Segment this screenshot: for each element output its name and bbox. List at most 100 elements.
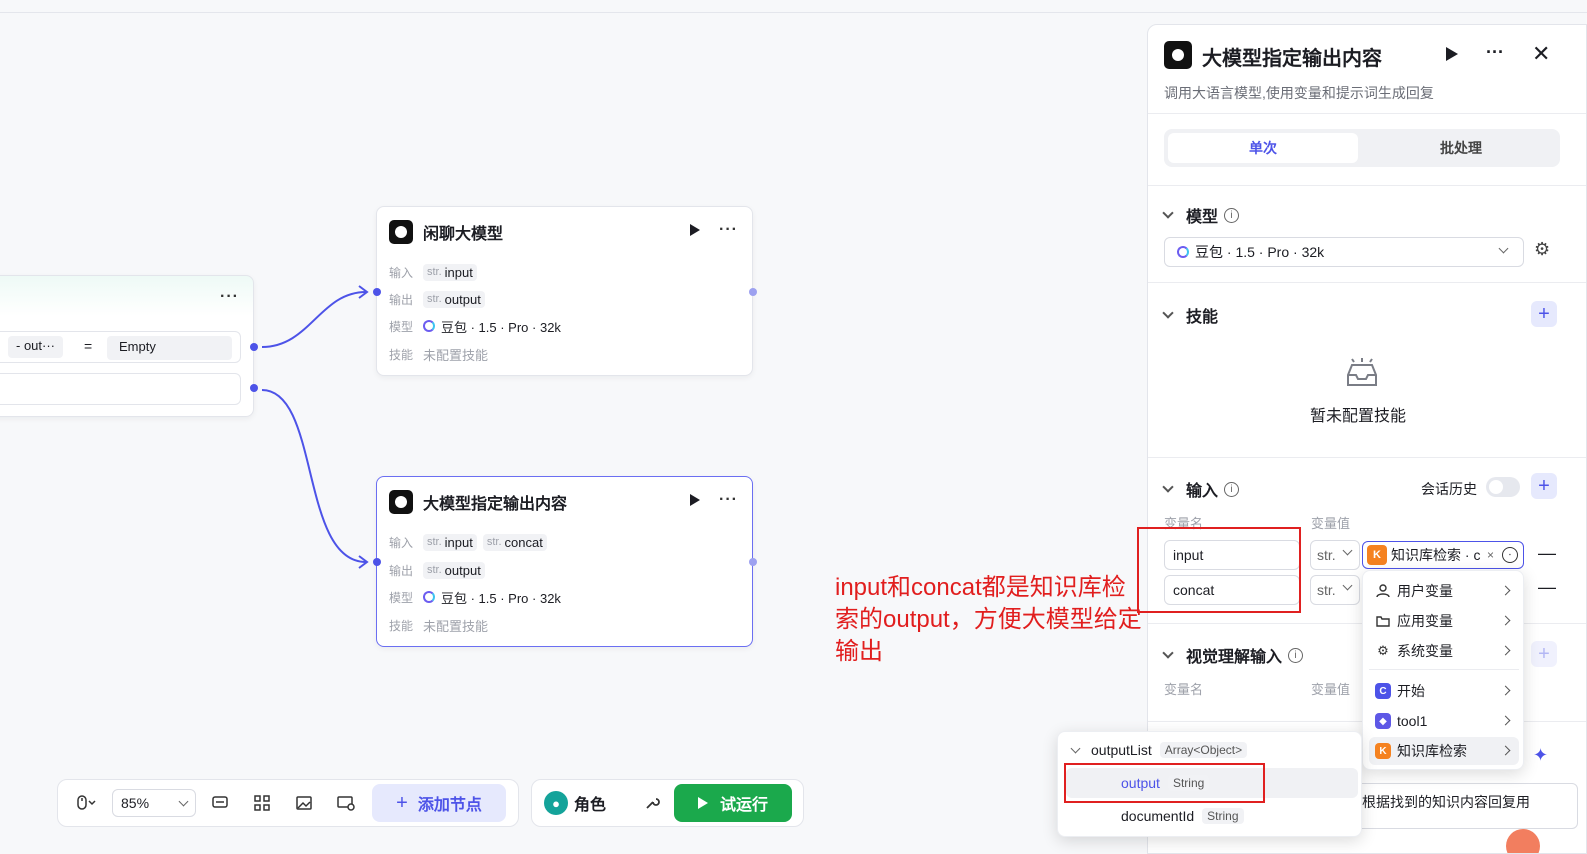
menu-item-system-vars[interactable]: ⚙ 系统变量	[1369, 637, 1519, 665]
tool-node-icon: ◆	[1375, 713, 1391, 729]
assistant-avatar[interactable]	[1506, 829, 1540, 853]
edge-to-chat	[261, 291, 367, 348]
model-value: 豆包 · 1.5 · Pro · 32k	[1195, 244, 1325, 260]
mouse-mode-button[interactable]	[66, 787, 106, 819]
history-label: 会话历史	[1421, 481, 1477, 497]
empty-box-icon	[1347, 358, 1377, 386]
condition-row-2[interactable]	[0, 373, 241, 405]
variable-menu: 用户变量 应用变量 ⚙ 系统变量 C 开始 ◆ tool1 K 知识库检索	[1362, 570, 1524, 770]
debug-button[interactable]	[636, 787, 668, 819]
tab-single[interactable]: 单次	[1168, 133, 1358, 163]
condition-port-else[interactable]	[250, 384, 258, 392]
more-icon[interactable]: ···	[719, 491, 738, 509]
variable-picker-icon[interactable]: ⋅	[1502, 547, 1519, 563]
type-badge: Array<Object>	[1159, 742, 1248, 758]
test-run-label: 试运行	[720, 797, 769, 814]
chevron-right-icon	[1500, 685, 1511, 696]
layout-button[interactable]	[246, 787, 278, 819]
llm-logo-icon	[389, 490, 413, 514]
model-select[interactable]: 豆包 · 1.5 · Pro · 32k	[1164, 237, 1524, 267]
condition-left: - out···	[8, 336, 63, 358]
history-toggle[interactable]	[1486, 477, 1520, 497]
tab-batch[interactable]: 批处理	[1366, 133, 1556, 163]
play-icon[interactable]	[690, 224, 700, 236]
skills-empty-text: 暂未配置技能	[1310, 408, 1407, 425]
condition-port-if[interactable]	[250, 343, 258, 351]
condition-node[interactable]: ··· - out··· = Empty	[0, 275, 254, 417]
vision-section-header[interactable]: 视觉理解输入 i	[1162, 643, 1304, 667]
test-run-button[interactable]: 试运行	[674, 784, 793, 822]
llm-input-port[interactable]	[373, 558, 381, 566]
remove-input-icon[interactable]: —	[1538, 577, 1556, 598]
field-documentid[interactable]: documentId String	[1066, 802, 1358, 830]
chevron-down-icon	[1342, 545, 1353, 556]
more-icon[interactable]: ···	[719, 221, 738, 239]
input-label: 输入	[389, 265, 414, 280]
screen-button[interactable]	[330, 787, 362, 819]
divider	[1148, 113, 1586, 114]
play-icon[interactable]	[690, 494, 700, 506]
input-section-header[interactable]: 输入 i	[1162, 477, 1240, 501]
more-icon[interactable]: ···	[220, 288, 239, 306]
skill-value: 未配置技能	[423, 618, 489, 634]
clear-icon[interactable]: ×	[1487, 548, 1494, 562]
chevron-down-icon	[1070, 743, 1081, 753]
input-ref-field[interactable]: K 知识库检索 · c × ⋅	[1362, 541, 1524, 569]
col-var-name: 变量名	[1164, 682, 1204, 697]
minimap-button[interactable]	[288, 787, 320, 819]
gear-icon[interactable]: ⚙	[1534, 239, 1550, 260]
output-label: 输出	[389, 292, 414, 307]
output-list-group[interactable]: outputList Array<Object>	[1070, 742, 1248, 758]
output-label: 输出	[389, 563, 414, 578]
llm-output-node[interactable]: 大模型指定输出内容 ··· 输入 str. input str. concat 输出…	[376, 476, 753, 647]
knowledge-node-icon: K	[1375, 743, 1391, 759]
llm-logo-icon	[1164, 41, 1192, 69]
remove-input-icon[interactable]: —	[1538, 543, 1556, 564]
chevron-down-icon	[1162, 647, 1174, 659]
divider	[1148, 457, 1586, 458]
chevron-down-icon	[1162, 307, 1174, 319]
mode-tabs: 单次 批处理	[1164, 129, 1560, 167]
input-tag: str. concat	[482, 533, 547, 551]
sparkle-icon[interactable]: ✦	[1533, 745, 1548, 766]
skills-section-header[interactable]: 技能	[1162, 303, 1218, 327]
zoom-select[interactable]: 85%	[112, 789, 196, 817]
doubao-icon	[1177, 246, 1189, 258]
menu-item-user-vars[interactable]: 用户变量	[1369, 577, 1519, 605]
user-icon	[1375, 583, 1391, 599]
model-section-header[interactable]: 模型 i	[1162, 203, 1240, 227]
chat-llm-node[interactable]: 闲聊大模型 ··· 输入 str. input 输出 str. output 模型 …	[376, 206, 753, 376]
condition-operator: =	[84, 338, 93, 354]
add-node-button[interactable]: + 添加节点	[372, 784, 506, 822]
ref-value: 知识库检索 · c	[1391, 547, 1481, 563]
input-type-select[interactable]: str.	[1310, 575, 1360, 605]
chat-output-port[interactable]	[749, 288, 757, 296]
mouse-icon	[77, 795, 96, 810]
folder-icon	[1375, 613, 1391, 629]
menu-item-app-vars[interactable]: 应用变量	[1369, 607, 1519, 635]
prompt-editor[interactable]: 根据找到的知识内容回复用	[1353, 783, 1578, 829]
screen-icon	[337, 796, 355, 811]
add-skill-button[interactable]: +	[1531, 301, 1557, 327]
input-type-select[interactable]: str.	[1310, 540, 1360, 570]
role-button[interactable]: ● 角色	[544, 791, 606, 815]
comment-button[interactable]	[204, 787, 236, 819]
more-icon[interactable]: ···	[1486, 42, 1504, 63]
add-vision-button[interactable]: +	[1531, 641, 1557, 667]
chat-input-port[interactable]	[373, 288, 381, 296]
node-title: 大模型指定输出内容	[423, 496, 568, 513]
menu-item-start[interactable]: C 开始	[1369, 677, 1519, 705]
llm-logo-icon	[389, 220, 413, 244]
type-badge: String	[1202, 808, 1244, 824]
condition-row[interactable]: - out··· = Empty	[0, 331, 241, 363]
close-icon[interactable]: ✕	[1532, 41, 1550, 67]
llm-output-port[interactable]	[749, 558, 757, 566]
role-label: 角色	[574, 797, 607, 814]
type-value: str.	[1317, 582, 1336, 598]
menu-item-tool1[interactable]: ◆ tool1	[1369, 707, 1519, 735]
node-title: 闲聊大模型	[423, 226, 504, 243]
add-input-button[interactable]: +	[1531, 473, 1557, 499]
play-icon[interactable]	[1446, 47, 1458, 61]
menu-item-knowledge[interactable]: K 知识库检索	[1369, 737, 1519, 765]
canvas-toolbar: 85% + 添加节点	[57, 779, 519, 827]
